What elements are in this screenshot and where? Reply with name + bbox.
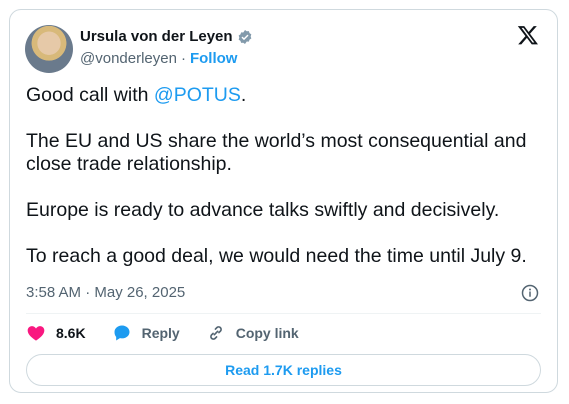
link-icon xyxy=(209,326,222,340)
author-handle-row: @vonderleyen · Follow xyxy=(80,50,237,67)
copy-link-button[interactable]: Copy link xyxy=(206,323,299,343)
like-button[interactable]: 8.6K xyxy=(26,323,86,343)
author-name-row[interactable]: Ursula von der Leyen xyxy=(80,28,253,45)
reply-label: Reply xyxy=(141,325,180,341)
heart-icon xyxy=(27,326,45,341)
copy-link-label: Copy link xyxy=(235,325,299,341)
avatar[interactable] xyxy=(25,25,73,73)
mention-link[interactable]: @POTUS xyxy=(154,84,241,106)
tweet-paragraph-1: Good call with @POTUS. xyxy=(26,84,546,107)
tweet-card: Ursula von der Leyen @vonderleyen · Foll… xyxy=(9,9,558,393)
info-icon[interactable] xyxy=(521,284,539,302)
greeting-text: Good call with xyxy=(26,84,154,106)
author-name[interactable]: Ursula von der Leyen xyxy=(80,28,233,45)
separator: · xyxy=(180,50,186,67)
like-count: 8.6K xyxy=(56,325,86,341)
action-bar: 8.6K Reply Copy link xyxy=(26,323,325,343)
tweet-paragraph-4: To reach a good deal, we would need the … xyxy=(26,245,527,267)
timestamp[interactable]: 3:58 AM · May 26, 2025 xyxy=(26,284,185,301)
tweet-paragraph-2: The EU and US share the world’s most con… xyxy=(26,130,527,175)
greeting-suffix: . xyxy=(240,84,247,106)
verified-badge-icon xyxy=(238,29,251,44)
reply-button[interactable]: Reply xyxy=(112,323,180,343)
reply-bubble-icon xyxy=(114,325,130,341)
read-replies-button[interactable]: Read 1.7K replies xyxy=(26,354,541,386)
tweet-paragraph-3: Europe is ready to advance talks swiftly… xyxy=(26,199,500,221)
read-replies-label: Read 1.7K replies xyxy=(225,362,342,378)
tweet-text: Good call with @POTUS. The EU and US sha… xyxy=(26,84,546,291)
author-handle[interactable]: @vonderleyen xyxy=(80,50,177,67)
follow-button[interactable]: Follow xyxy=(190,50,238,67)
x-logo-icon[interactable] xyxy=(517,24,539,46)
divider xyxy=(26,313,541,314)
